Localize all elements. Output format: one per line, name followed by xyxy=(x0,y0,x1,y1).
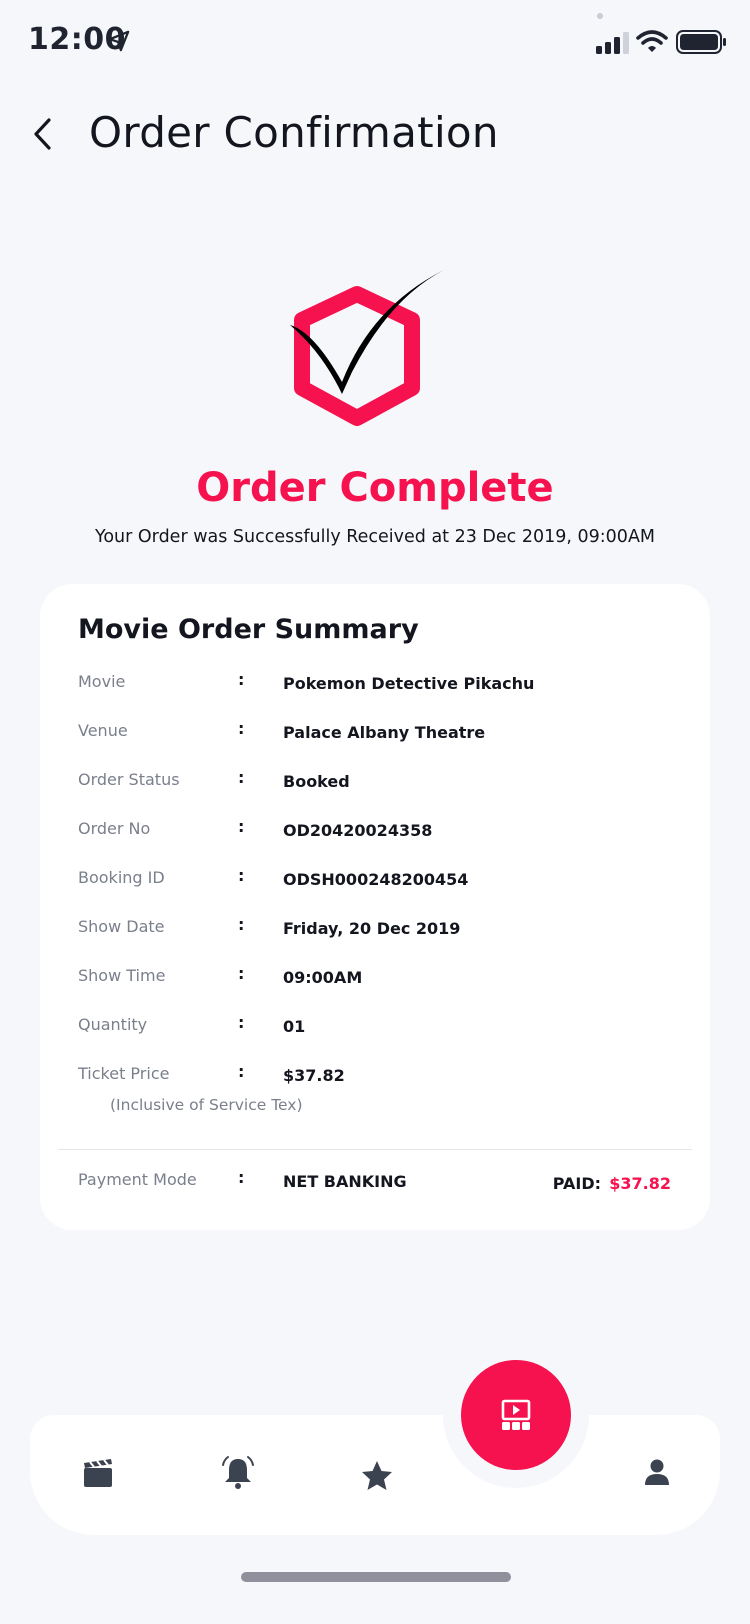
signal-icon xyxy=(596,32,629,54)
summary-row-show-time: Show Time : 09:00AM xyxy=(78,964,678,998)
row-separator: : xyxy=(238,1013,245,1032)
row-separator: : xyxy=(238,1168,245,1187)
order-summary-card: Movie Order Summary Movie : Pokemon Dete… xyxy=(40,584,710,1230)
row-label: Venue xyxy=(78,721,128,740)
row-value: 01 xyxy=(283,1017,306,1036)
clapperboard-icon[interactable] xyxy=(75,1451,119,1495)
user-icon[interactable] xyxy=(635,1451,679,1495)
summary-row-venue: Venue : Palace Albany Theatre xyxy=(78,719,678,753)
price-note: (Inclusive of Service Tex) xyxy=(110,1096,303,1114)
header: Order Confirmation xyxy=(0,100,750,170)
summary-row-quantity: Quantity : 01 xyxy=(78,1013,678,1047)
row-separator: : xyxy=(238,719,245,738)
row-value: Pokemon Detective Pikachu xyxy=(283,674,535,693)
row-value: 09:00AM xyxy=(283,968,363,987)
row-label: Movie xyxy=(78,672,126,691)
cinema-icon xyxy=(501,1399,531,1430)
summary-row-ticket-price: Ticket Price : $37.82 xyxy=(78,1062,678,1096)
summary-row-order-status: Order Status : Booked xyxy=(78,768,678,802)
summary-row-order-no: Order No : OD20420024358 xyxy=(78,817,678,851)
home-indicator[interactable] xyxy=(241,1572,511,1582)
row-separator: : xyxy=(238,1062,245,1081)
battery-icon xyxy=(676,30,726,54)
row-label: Show Date xyxy=(78,917,165,936)
row-label: Booking ID xyxy=(78,868,165,887)
row-value: Friday, 20 Dec 2019 xyxy=(283,919,461,938)
summary-row-show-date: Show Date : Friday, 20 Dec 2019 xyxy=(78,915,678,949)
row-separator: : xyxy=(238,866,245,885)
row-value: Palace Albany Theatre xyxy=(283,723,486,742)
row-separator: : xyxy=(238,817,245,836)
page-title: Order Confirmation xyxy=(89,108,499,157)
row-label: Order Status xyxy=(78,770,180,789)
order-complete-icon xyxy=(290,270,444,426)
status-bar: 12:00 xyxy=(0,0,750,90)
row-label: Ticket Price xyxy=(78,1064,170,1083)
divider xyxy=(58,1149,692,1150)
paid-label: PAID: xyxy=(552,1174,601,1193)
cinema-button[interactable] xyxy=(461,1360,571,1470)
order-complete-title: Order Complete xyxy=(196,465,554,511)
row-value: $37.82 xyxy=(283,1066,345,1085)
row-separator: : xyxy=(238,964,245,983)
row-label: Order No xyxy=(78,819,151,838)
row-value: OD20420024358 xyxy=(283,821,433,840)
row-separator: : xyxy=(238,768,245,787)
camera-dot xyxy=(597,13,603,19)
star-icon[interactable] xyxy=(355,1454,399,1498)
summary-title: Movie Order Summary xyxy=(78,614,419,645)
row-separator: : xyxy=(238,670,245,689)
back-arrow-icon[interactable] xyxy=(28,114,58,154)
row-value: ODSH000248200454 xyxy=(283,870,469,889)
row-value: Booked xyxy=(283,772,350,791)
bell-icon[interactable] xyxy=(216,1451,260,1495)
row-label: Quantity xyxy=(78,1015,148,1034)
row-label: Show Time xyxy=(78,966,166,985)
paid-amount: $37.82 xyxy=(609,1174,671,1193)
row-value: NET BANKING xyxy=(283,1172,407,1191)
order-received-message: Your Order was Successfully Received at … xyxy=(94,527,656,547)
row-label: Payment Mode xyxy=(78,1170,197,1189)
summary-row-movie: Movie : Pokemon Detective Pikachu xyxy=(78,670,678,704)
wifi-icon xyxy=(636,30,668,52)
row-separator: : xyxy=(238,915,245,934)
location-arrow-icon xyxy=(108,30,130,52)
summary-row-booking-id: Booking ID : ODSH000248200454 xyxy=(78,866,678,900)
